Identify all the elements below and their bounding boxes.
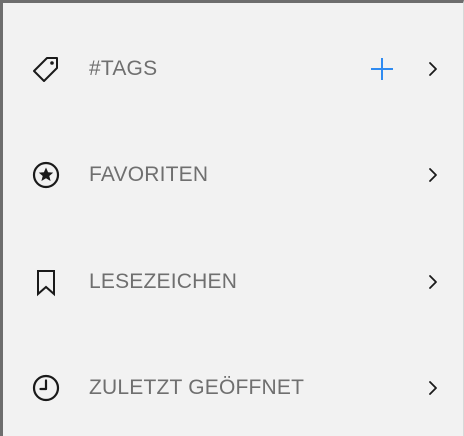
- tag-icon: [31, 54, 61, 84]
- clock-icon: [31, 373, 61, 403]
- add-tag-button[interactable]: [368, 55, 396, 83]
- menu-item-label: FAVORITEN: [89, 163, 209, 186]
- sidebar-menu: #TAGS FAVORITEN LESEZEICHEN ZULETZT GEÖF…: [0, 0, 464, 436]
- menu-item-recent[interactable]: ZULETZT GEÖFFNET: [3, 358, 463, 418]
- menu-item-favorites[interactable]: FAVORITEN: [3, 145, 463, 205]
- chevron-right-icon: [425, 59, 441, 79]
- star-circle-icon: [31, 160, 61, 190]
- chevron-right-icon: [425, 272, 441, 292]
- menu-item-label: #TAGS: [89, 57, 158, 80]
- bookmark-icon: [31, 267, 61, 297]
- menu-item-label: LESEZEICHEN: [89, 270, 238, 293]
- menu-item-label: ZULETZT GEÖFFNET: [89, 376, 305, 399]
- chevron-right-icon: [425, 378, 441, 398]
- menu-item-tags[interactable]: #TAGS: [3, 39, 463, 99]
- chevron-right-icon: [425, 165, 441, 185]
- menu-item-bookmarks[interactable]: LESEZEICHEN: [3, 252, 463, 312]
